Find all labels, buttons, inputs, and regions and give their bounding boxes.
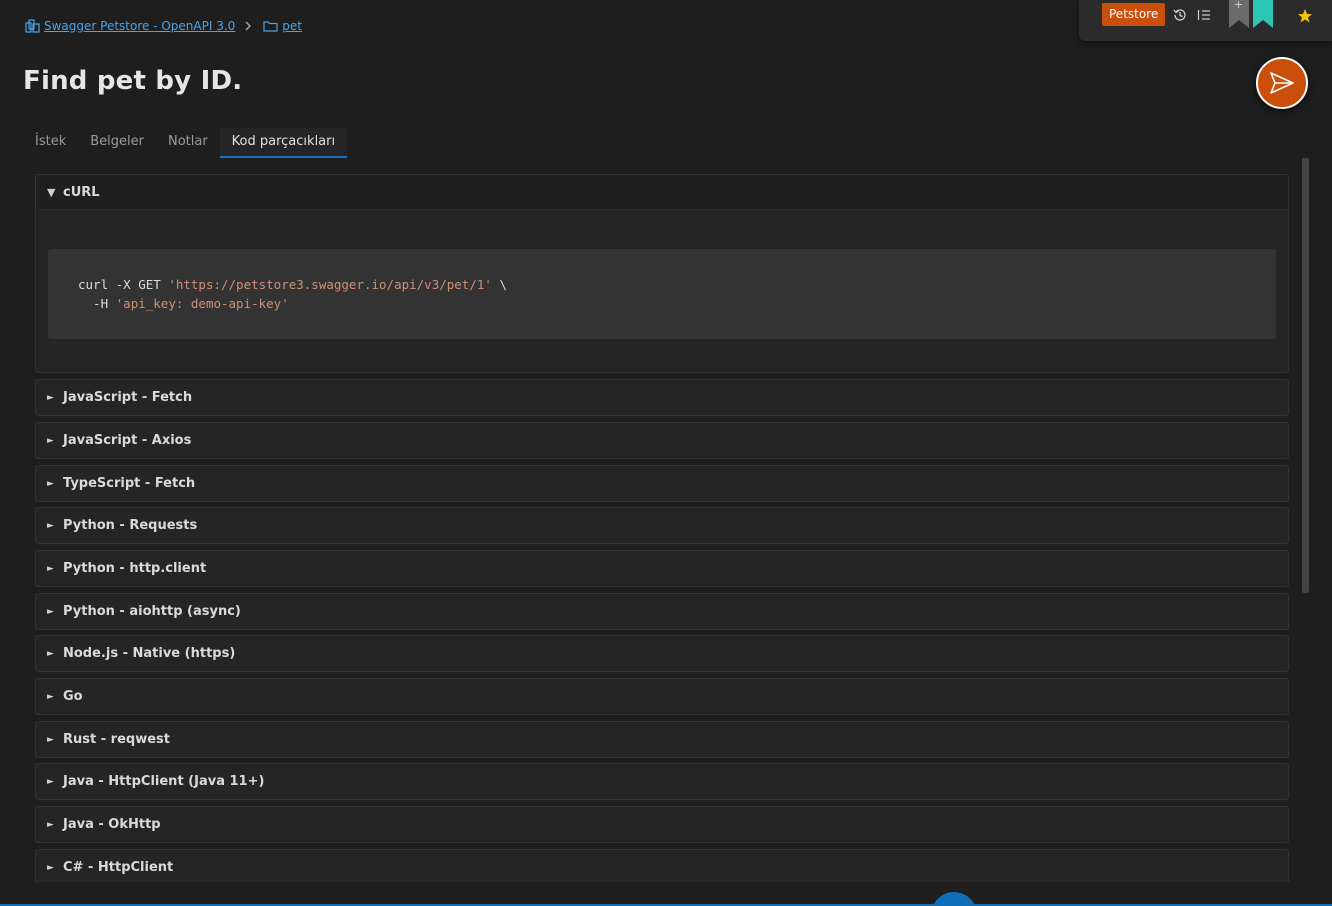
snippet-label: Python - aiohttp (async): [63, 604, 241, 619]
snippet-label: Python - Requests: [63, 518, 198, 533]
snippet-label: Rust - reqwest: [63, 732, 170, 747]
snippet-header[interactable]: ► Java - OkHttp: [36, 807, 1288, 842]
caret-down-icon: ▼: [47, 185, 56, 199]
caret-right-icon: ►: [47, 392, 54, 403]
send-icon: [1269, 70, 1295, 96]
snippet-section: ► JavaScript - Axios: [35, 422, 1289, 459]
snippet-label: JavaScript - Axios: [63, 433, 192, 448]
snippet-header[interactable]: ► Python - http.client: [36, 551, 1288, 586]
breadcrumb-collection-link[interactable]: Swagger Petstore - OpenAPI 3.0: [25, 19, 235, 33]
snippet-section: ► Java - OkHttp: [35, 806, 1289, 843]
snippet-section: ► Java - HttpClient (Java 11+): [35, 763, 1289, 800]
snippet-label: Go: [63, 689, 83, 704]
snippet-header[interactable]: ► Rust - reqwest: [36, 722, 1288, 757]
tab-notes[interactable]: Notlar: [156, 128, 220, 158]
bookmark-add-icon[interactable]: +: [1229, 0, 1249, 28]
caret-right-icon: ►: [47, 606, 54, 617]
app-window: Swagger Petstore - OpenAPI 3.0 pet Petst…: [0, 0, 1332, 906]
snippet-header[interactable]: ► JavaScript - Fetch: [36, 380, 1288, 415]
snippet-label: Java - HttpClient (Java 11+): [63, 774, 265, 789]
snippet-section: ► Rust - reqwest: [35, 721, 1289, 758]
snippet-section-curl: ▼ cURL curl -X GET 'https://petstore3.sw…: [35, 174, 1289, 373]
breadcrumb: Swagger Petstore - OpenAPI 3.0 pet: [25, 19, 302, 33]
chevron-right-icon: [244, 21, 252, 31]
snippet-section: ► Python - aiohttp (async): [35, 593, 1289, 630]
snippet-section: ► TypeScript - Fetch: [35, 465, 1289, 502]
caret-right-icon: ►: [47, 776, 54, 787]
tab-code-snippets[interactable]: Kod parçacıkları: [219, 128, 348, 158]
star-icon[interactable]: [1296, 7, 1314, 25]
snippet-header[interactable]: ► Java - HttpClient (Java 11+): [36, 764, 1288, 799]
snippet-header[interactable]: ► Go: [36, 679, 1288, 714]
tab-docs[interactable]: Belgeler: [78, 128, 156, 158]
snippet-header[interactable]: ► C# - HttpClient: [36, 850, 1288, 882]
snippet-section: ► Go: [35, 678, 1289, 715]
code-string: 'https://petstore3.swagger.io/api/v3/pet…: [168, 277, 492, 292]
caret-right-icon: ►: [47, 520, 54, 531]
snippet-label: JavaScript - Fetch: [63, 390, 193, 405]
code-text: curl -X GET: [78, 277, 169, 292]
tab-request[interactable]: İstek: [23, 128, 78, 158]
bookmark-icon[interactable]: [1253, 0, 1273, 28]
snippet-header[interactable]: ▼ cURL: [36, 175, 1288, 210]
breadcrumb-folder-link[interactable]: pet: [263, 19, 302, 33]
floating-action-button[interactable]: [931, 892, 977, 904]
snippet-section: ► C# - HttpClient: [35, 849, 1289, 882]
code-block[interactable]: curl -X GET 'https://petstore3.swagger.i…: [48, 249, 1276, 339]
caret-right-icon: ►: [47, 862, 54, 873]
snippet-label: Node.js - Native (https): [63, 646, 236, 661]
caret-right-icon: ►: [47, 648, 54, 659]
scrollbar-thumb[interactable]: [1302, 158, 1309, 593]
caret-right-icon: ►: [47, 819, 54, 830]
breadcrumb-folder-label: pet: [282, 19, 303, 33]
caret-right-icon: ►: [47, 435, 54, 446]
code-string: 'api_key: demo-api-key': [115, 296, 289, 311]
snippet-section: ► Python - http.client: [35, 550, 1289, 587]
snippet-header[interactable]: ► Python - Requests: [36, 508, 1288, 543]
snippet-section: ► JavaScript - Fetch: [35, 379, 1289, 416]
snippet-label: cURL: [63, 184, 100, 200]
snippet-header[interactable]: ► Node.js - Native (https): [36, 636, 1288, 671]
snippet-section: ► Node.js - Native (https): [35, 635, 1289, 672]
snippet-label: C# - HttpClient: [63, 860, 174, 875]
breadcrumb-collection-label: Swagger Petstore - OpenAPI 3.0: [44, 19, 236, 33]
folder-icon: [263, 20, 278, 32]
snippet-label: Python - http.client: [63, 561, 207, 576]
snippet-label: Java - OkHttp: [63, 817, 161, 832]
snippet-section: ► Python - Requests: [35, 507, 1289, 544]
caret-right-icon: ►: [47, 563, 54, 574]
snippet-label: TypeScript - Fetch: [63, 476, 196, 491]
list-icon[interactable]: [1195, 6, 1213, 24]
code-text: -H: [78, 296, 116, 311]
history-icon[interactable]: [1171, 6, 1189, 24]
code-text: \: [491, 277, 507, 292]
caret-right-icon: ►: [47, 691, 54, 702]
send-request-button[interactable]: [1256, 57, 1308, 109]
environment-selector[interactable]: Petstore: [1102, 3, 1166, 26]
caret-right-icon: ►: [47, 734, 54, 745]
snippet-header[interactable]: ► JavaScript - Axios: [36, 423, 1288, 458]
tab-bar: İstek Belgeler Notlar Kod parçacıkları: [23, 128, 348, 158]
collection-icon: [25, 19, 40, 33]
snippets-panel: ▼ cURL curl -X GET 'https://petstore3.sw…: [35, 174, 1289, 882]
page-title: Find pet by ID.: [23, 66, 243, 96]
snippet-header[interactable]: ► Python - aiohttp (async): [36, 594, 1288, 629]
top-toolbar: Petstore +: [1079, 0, 1332, 41]
snippet-header[interactable]: ► TypeScript - Fetch: [36, 466, 1288, 501]
caret-right-icon: ►: [47, 478, 54, 489]
